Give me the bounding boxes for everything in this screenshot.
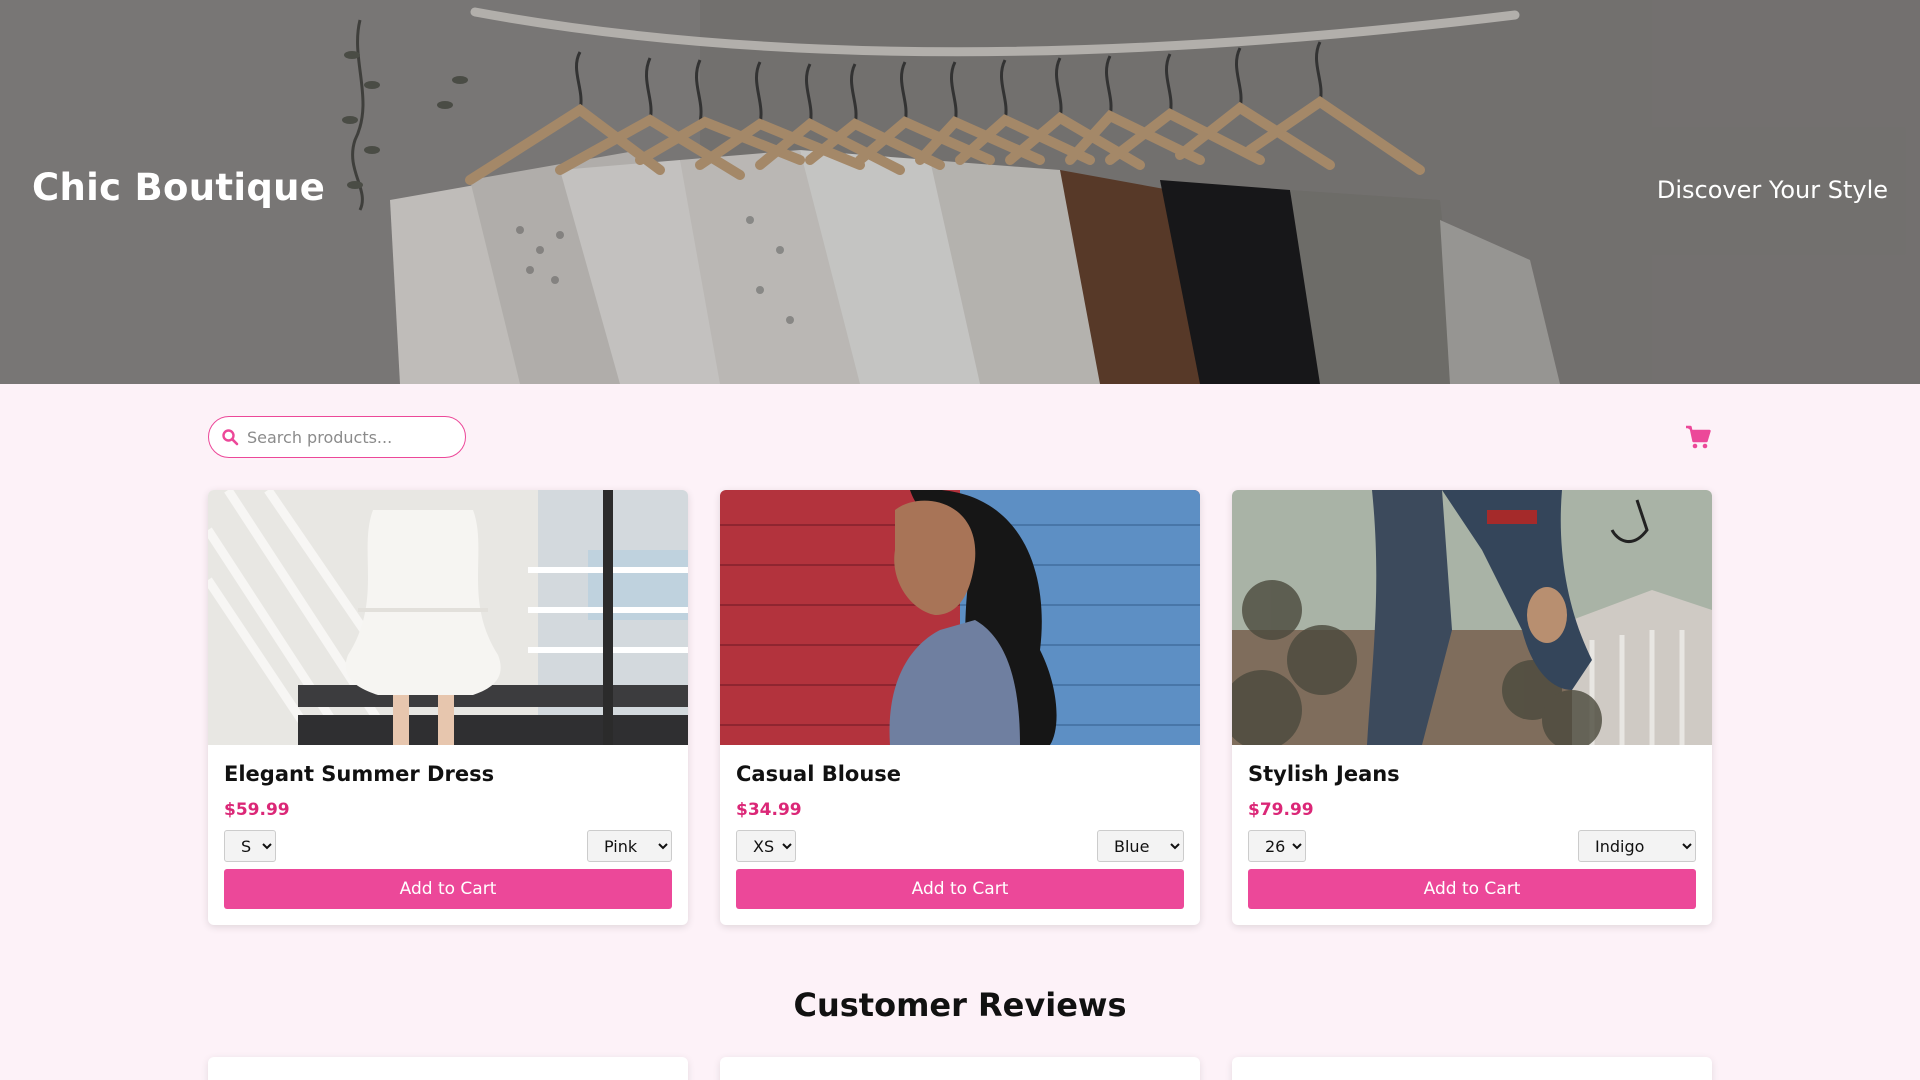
product-card: Casual Blouse $34.99 XS Blue Add to Cart [720, 490, 1200, 925]
review-card [1232, 1057, 1712, 1080]
color-select[interactable]: Blue [1097, 830, 1184, 862]
product-image [1232, 490, 1712, 745]
search-input[interactable] [247, 425, 457, 449]
size-select[interactable]: XS [736, 830, 796, 862]
color-select[interactable]: Indigo [1578, 830, 1696, 862]
brand-title: Chic Boutique [32, 166, 326, 209]
product-card: Stylish Jeans $79.99 26 Indigo Add to Ca… [1232, 490, 1712, 925]
product-image [208, 490, 688, 745]
hero-banner: Chic Boutique Discover Your Style [0, 0, 1920, 384]
product-image [720, 490, 1200, 745]
add-to-cart-button[interactable]: Add to Cart [1248, 869, 1696, 909]
hero-tagline: Discover Your Style [1656, 176, 1888, 204]
search-icon [222, 429, 239, 446]
reviews-heading: Customer Reviews [793, 986, 1127, 1024]
size-select[interactable]: 26 [1248, 830, 1306, 862]
product-price: $34.99 [736, 800, 802, 820]
product-title: Elegant Summer Dress [224, 762, 495, 786]
product-price: $59.99 [224, 800, 290, 820]
product-card: Elegant Summer Dress $59.99 S Pink Add t… [208, 490, 688, 925]
review-card [720, 1057, 1200, 1080]
search-bar[interactable] [208, 416, 466, 458]
shopping-cart-icon[interactable] [1684, 423, 1712, 451]
product-price: $79.99 [1248, 800, 1314, 820]
product-title: Stylish Jeans [1248, 762, 1400, 786]
product-title: Casual Blouse [736, 762, 902, 786]
add-to-cart-button[interactable]: Add to Cart [736, 869, 1184, 909]
size-select[interactable]: S [224, 830, 276, 862]
color-select[interactable]: Pink [587, 830, 672, 862]
add-to-cart-button[interactable]: Add to Cart [224, 869, 672, 909]
review-card [208, 1057, 688, 1080]
